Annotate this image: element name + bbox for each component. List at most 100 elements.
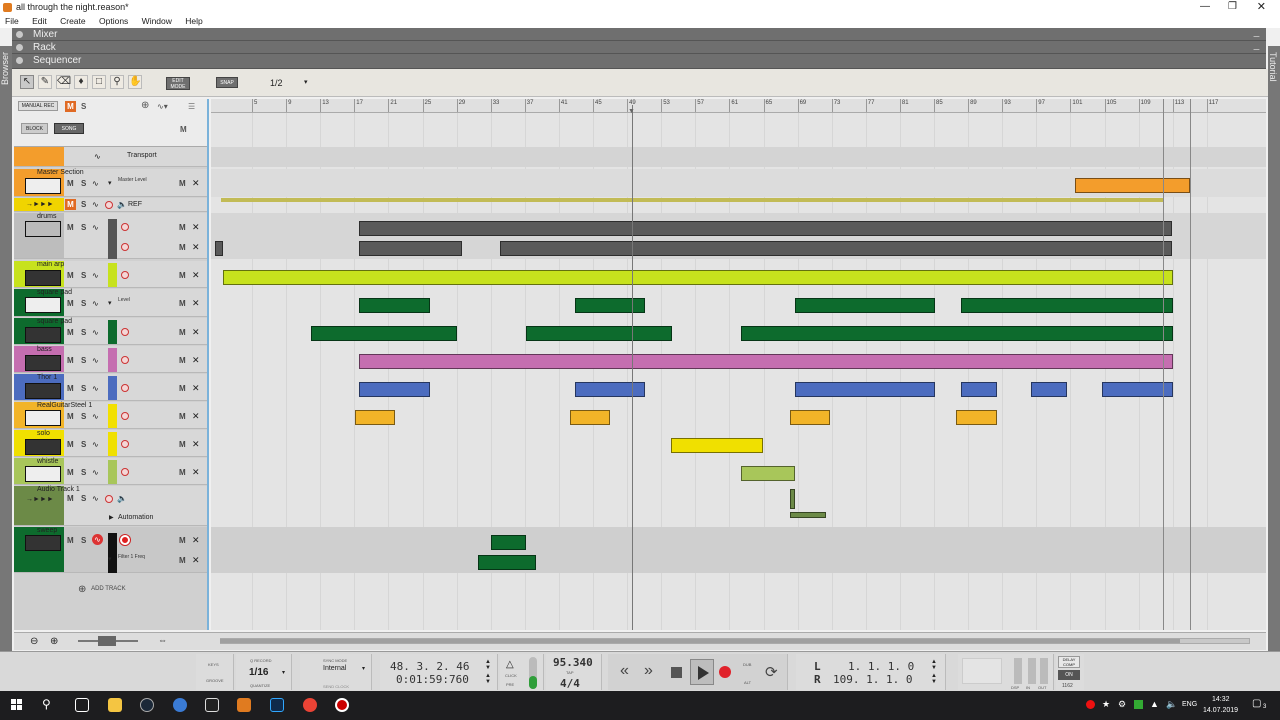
record-enable-icon[interactable]: [121, 243, 129, 251]
left-locator-value[interactable]: 1. 1. 1. 0: [848, 660, 914, 673]
rack-strip[interactable]: Rack ⚊: [12, 41, 1266, 54]
loop-right-marker[interactable]: [1163, 99, 1164, 630]
clip-sweep-b[interactable]: [478, 555, 536, 570]
mute-button[interactable]: M: [67, 384, 74, 393]
mute-button[interactable]: M: [65, 199, 76, 210]
automation-icon[interactable]: ∿: [92, 179, 99, 188]
monitor-icon[interactable]: 🔈: [117, 494, 127, 503]
track-audio-track-1[interactable]: Audio Track 1 →►►► M S ∿ 🔈 ▶ Automation: [14, 486, 207, 526]
track-master-section[interactable]: Master Section M S ∿ ▾ Master Level M ✕: [14, 169, 207, 197]
sequencer-toggle-icon[interactable]: [16, 57, 23, 64]
rewind-icon[interactable]: «: [620, 662, 629, 680]
snap-dropdown-icon[interactable]: ▾: [304, 78, 308, 86]
position-time[interactable]: 0:01:59:760: [396, 673, 469, 686]
manual-rec-button[interactable]: MANUAL REC: [18, 101, 58, 111]
clip-thor-a[interactable]: [359, 382, 430, 397]
solo-button[interactable]: S: [81, 179, 86, 188]
record-app-icon[interactable]: [335, 698, 349, 712]
recording-tray-icon[interactable]: [1086, 700, 1095, 709]
razor-tool-icon[interactable]: ♦: [74, 75, 88, 89]
file-explorer-icon[interactable]: [108, 698, 122, 712]
tempo-value[interactable]: 95.340: [553, 656, 593, 669]
mute-button[interactable]: M: [67, 468, 74, 477]
mute-all-button[interactable]: M: [65, 101, 76, 112]
expand-icon[interactable]: ▶: [109, 514, 114, 521]
pin-icon[interactable]: ⚊: [1253, 43, 1260, 52]
automation-icon[interactable]: ∿: [92, 440, 99, 449]
automation-icon[interactable]: ∿: [92, 494, 99, 503]
track-realguitarsteel-1[interactable]: RealGuitarSteel 1 M S ∿ M ✕: [14, 402, 207, 429]
clip-audio-track[interactable]: [790, 489, 795, 509]
record-enable-icon[interactable]: [121, 384, 129, 392]
monitor-icon[interactable]: 🔈: [117, 200, 127, 209]
lane-mute-button[interactable]: M: [179, 384, 186, 393]
track-ref[interactable]: →►►► M S ∿ 🔈 REF: [14, 198, 207, 212]
lane-mute-button[interactable]: M: [179, 440, 186, 449]
track-thor-1[interactable]: Thor 1 M S ∿ M ✕: [14, 374, 207, 401]
steam-icon[interactable]: [140, 698, 154, 712]
menu-create[interactable]: Create: [60, 15, 86, 26]
right-locator-value[interactable]: 109. 1. 1. 0: [833, 673, 912, 686]
eraser-tool-icon[interactable]: ⌫: [56, 75, 71, 89]
play-button[interactable]: [690, 659, 714, 685]
lane-dropdown-icon[interactable]: ▾: [108, 555, 112, 563]
track-transport[interactable]: ∿ Transport: [14, 147, 207, 167]
click-label[interactable]: CLICK: [505, 673, 517, 678]
delete-lane-icon[interactable]: ✕: [192, 298, 200, 309]
menu-options[interactable]: Options: [99, 15, 128, 26]
delete-lane-icon[interactable]: ✕: [192, 242, 200, 253]
clip-ref[interactable]: [221, 198, 1163, 202]
track-solo[interactable]: solo M S ∿ M ✕: [14, 430, 207, 457]
mute-button[interactable]: M: [67, 356, 74, 365]
solo-button[interactable]: S: [81, 412, 86, 421]
q-record-label[interactable]: Q RECORD: [250, 658, 272, 663]
automation-icon[interactable]: ∿: [92, 468, 99, 477]
automation-icon[interactable]: ∿: [92, 271, 99, 280]
menu-edit[interactable]: Edit: [32, 15, 47, 26]
tap-label[interactable]: TAP: [566, 670, 573, 675]
lane-mute-button[interactable]: M: [179, 299, 186, 308]
solo-button[interactable]: S: [81, 223, 86, 232]
magnify-tool-icon[interactable]: ⚲: [110, 75, 124, 89]
clip-square-pad-2c[interactable]: [741, 326, 1173, 341]
pre-label[interactable]: PRE: [506, 682, 514, 687]
lane-mute-button[interactable]: M: [179, 468, 186, 477]
stop-button[interactable]: [671, 667, 682, 678]
select-tool-icon[interactable]: ↖: [20, 75, 34, 89]
list-icon[interactable]: ☰: [188, 102, 195, 111]
track-square-pad-2[interactable]: square pad M S ∿ M ✕: [14, 318, 207, 345]
clip-square-pad-1d[interactable]: [961, 298, 1173, 313]
position-stepper[interactable]: ▲ ▼: [485, 659, 491, 671]
mute-button[interactable]: M: [67, 440, 74, 449]
left-locator-stepper[interactable]: ▲ ▼: [931, 659, 937, 671]
clock-time[interactable]: 14:32: [1212, 696, 1230, 703]
lane-mute-button[interactable]: M: [179, 243, 186, 252]
delete-lane-icon[interactable]: ✕: [192, 355, 200, 366]
clip-thor-b[interactable]: [575, 382, 645, 397]
search-icon[interactable]: ⚲: [42, 697, 51, 711]
automation-record-icon[interactable]: ∿: [92, 534, 103, 545]
lane-mute-button[interactable]: M: [179, 412, 186, 421]
clip-square-pad-1a[interactable]: [359, 298, 430, 313]
chrome-icon[interactable]: [303, 698, 317, 712]
dropdown-icon[interactable]: ▾: [282, 669, 285, 676]
clip-main-arp[interactable]: [223, 270, 1173, 285]
block-button[interactable]: BLOCK: [21, 123, 48, 134]
lane-mute-button[interactable]: M: [179, 356, 186, 365]
delete-lane-icon[interactable]: ✕: [192, 535, 200, 546]
alt-label[interactable]: ALT: [744, 680, 751, 685]
app-icon[interactable]: [173, 698, 187, 712]
clip-square-pad-1b[interactable]: [575, 298, 645, 313]
solo-button[interactable]: S: [81, 328, 86, 337]
record-enable-icon[interactable]: [121, 440, 129, 448]
record-enable-icon[interactable]: [121, 328, 129, 336]
hand-tool-icon[interactable]: ✋: [128, 75, 142, 89]
browser-tab[interactable]: Browser: [0, 46, 12, 651]
delete-lane-icon[interactable]: ✕: [192, 383, 200, 394]
solo-button[interactable]: S: [81, 440, 86, 449]
delete-lane-icon[interactable]: ✕: [192, 411, 200, 422]
send-clock-label[interactable]: SEND CLOCK: [323, 684, 349, 689]
clip-whistle[interactable]: [741, 466, 795, 481]
song-button[interactable]: SONG: [54, 123, 84, 134]
fast-forward-icon[interactable]: »: [644, 662, 653, 680]
